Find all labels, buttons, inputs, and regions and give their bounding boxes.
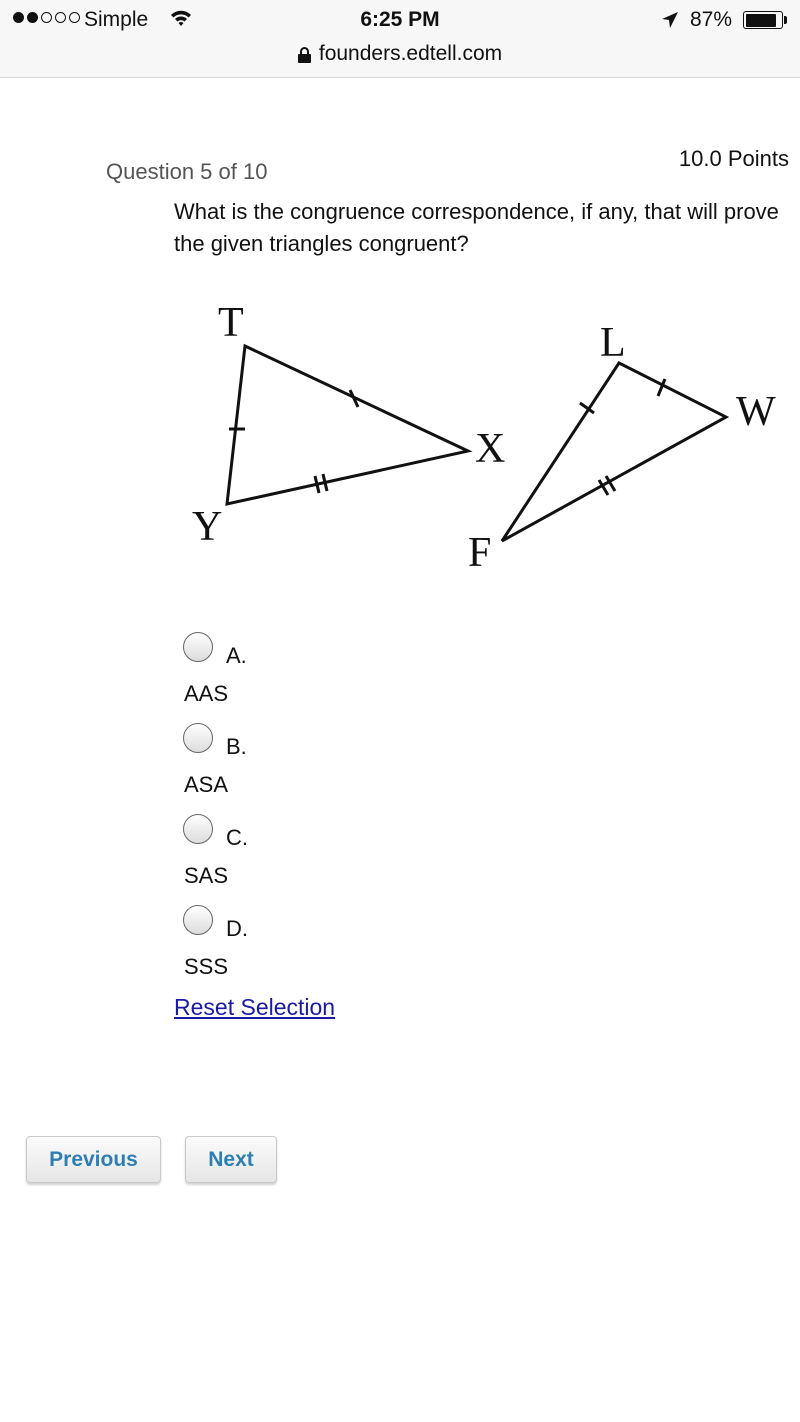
- option-letter: A.: [226, 643, 247, 668]
- vertex-label-x: X: [475, 426, 505, 472]
- vertex-label-t: T: [218, 300, 244, 346]
- option-text: AAS: [184, 681, 229, 706]
- browser-chrome: Simple 6:25 PM 87% founders.edtell.com: [0, 0, 800, 78]
- radio-button[interactable]: [183, 905, 213, 935]
- radio-button[interactable]: [183, 632, 213, 662]
- battery-percent: 87%: [690, 8, 733, 31]
- vertex-label-l: L: [600, 320, 626, 366]
- lock-icon: [297, 47, 311, 63]
- vertex-label-w: W: [736, 389, 776, 435]
- question-prompt: What is the congruence correspondence, i…: [174, 199, 779, 256]
- battery-tip: [784, 16, 787, 24]
- radio-button[interactable]: [183, 723, 213, 753]
- triangle-lwf: [500, 361, 730, 543]
- points-label: 10.0 Points: [678, 146, 789, 171]
- tick-yx-1: [313, 475, 321, 494]
- location-arrow-icon: [661, 11, 679, 35]
- option-text: SAS: [184, 863, 229, 888]
- vertex-label-y: Y: [192, 504, 222, 550]
- option-b[interactable]: B. ASA: [183, 723, 483, 813]
- option-text: ASA: [184, 772, 229, 797]
- option-c[interactable]: C. SAS: [183, 814, 483, 904]
- option-d[interactable]: D. SSS: [183, 905, 483, 995]
- status-bar: Simple 6:25 PM 87%: [0, 0, 800, 40]
- vertex-label-f: F: [468, 530, 491, 576]
- triangles-diagram: T X Y L W F: [192, 300, 776, 576]
- option-letter: B.: [226, 734, 247, 759]
- triangles-figure: T X Y L W F: [180, 290, 800, 590]
- reset-selection-link[interactable]: Reset Selection: [174, 994, 335, 1021]
- triangle-tyx: [225, 343, 473, 506]
- previous-button[interactable]: Previous: [26, 1136, 161, 1183]
- option-letter: D.: [226, 916, 248, 941]
- address-bar[interactable]: founders.edtell.com: [0, 40, 800, 68]
- next-button[interactable]: Next: [185, 1136, 277, 1183]
- battery-icon: [743, 11, 783, 29]
- clock: 6:25 PM: [360, 8, 440, 31]
- url-text[interactable]: founders.edtell.com: [319, 42, 502, 66]
- option-a[interactable]: A. AAS: [183, 632, 483, 722]
- option-text: SSS: [184, 954, 229, 979]
- radio-button[interactable]: [183, 814, 213, 844]
- option-letter: C.: [226, 825, 248, 850]
- tick-yx-2: [321, 473, 329, 492]
- question-number: Question 5 of 10: [106, 159, 268, 184]
